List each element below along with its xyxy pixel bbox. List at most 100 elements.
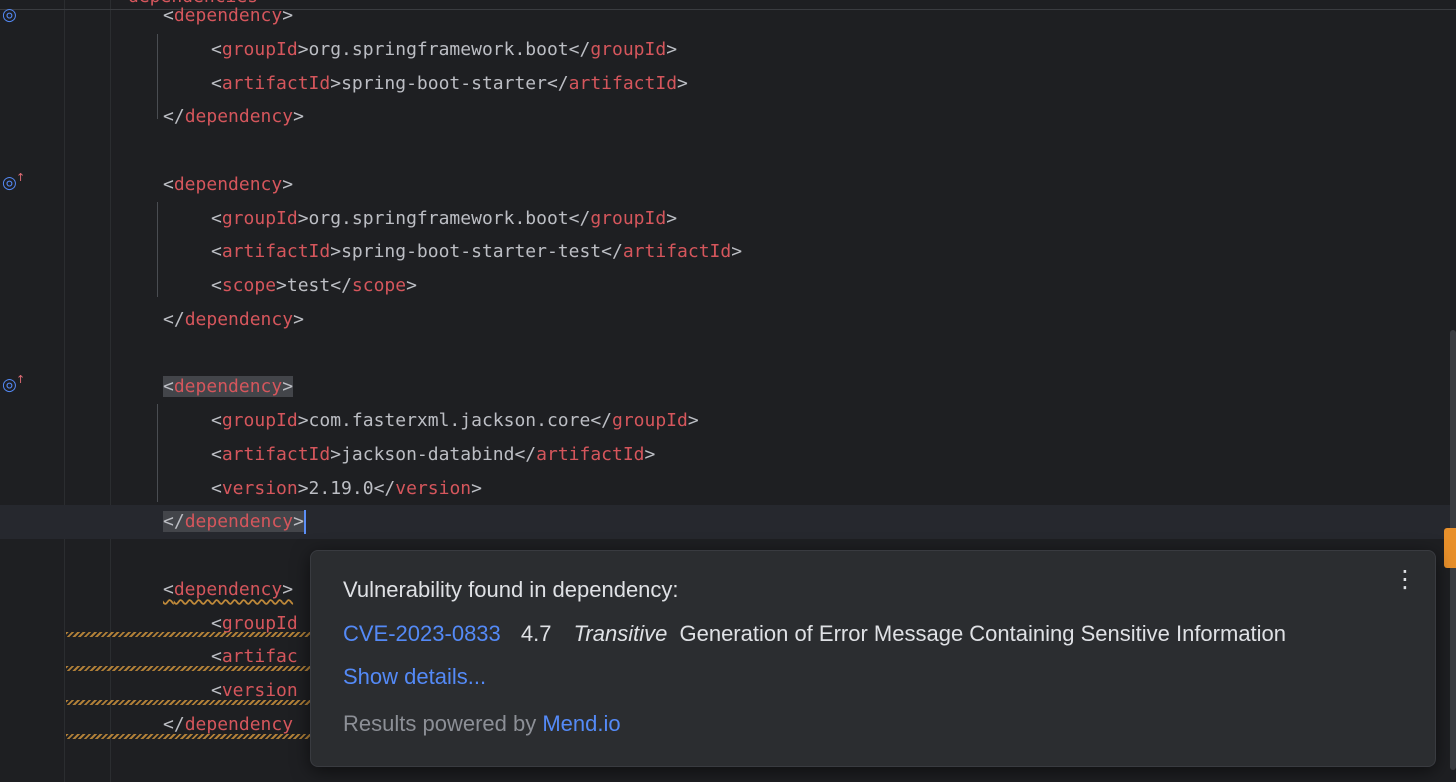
vertical-scrollbar[interactable] — [1448, 0, 1456, 782]
vulnerability-popup: Vulnerability found in dependency: ⋮ CVE… — [310, 550, 1436, 767]
xml-tag-name: dependency — [173, 578, 283, 600]
bracket: > — [293, 106, 304, 128]
code-line[interactable]: <artifactId>spring-boot-starter-test</ar… — [0, 235, 1450, 269]
code-line[interactable]: <dependency> — [0, 0, 1450, 33]
dependency-gutter-icon[interactable]: ◎ — [2, 4, 28, 26]
more-vertical-icon[interactable]: ⋮ — [1393, 565, 1417, 593]
bracket: < — [163, 376, 174, 398]
bracket: < — [211, 72, 222, 94]
xml-tag-name: artifactId — [568, 72, 678, 94]
xml-text-value: com.fasterxml.jackson.core — [308, 410, 591, 431]
code-line[interactable]: <artifactId>jackson-databind</artifactId… — [0, 438, 1450, 472]
xml-tag-name-partial: artifac — [221, 646, 298, 668]
dependency-update-gutter-icon[interactable]: ◎ ↑ — [2, 373, 28, 396]
bracket: > — [282, 578, 294, 600]
xml-tag-name: version — [221, 477, 298, 499]
code-line[interactable]: <groupId>org.springframework.boot</group… — [0, 33, 1450, 67]
bracket: > — [666, 38, 678, 60]
bracket: < — [211, 443, 222, 465]
bracket: </ — [163, 308, 185, 330]
bracket: > — [330, 443, 342, 465]
warning-underline — [66, 632, 312, 637]
xml-tag-name: groupId — [221, 207, 298, 229]
bracket: > — [297, 207, 309, 229]
xml-tag-name: dependency — [173, 376, 283, 398]
xml-tag-name: dependency — [184, 308, 294, 330]
bracket: > — [282, 376, 294, 398]
powered-prefix: Results powered by — [343, 711, 543, 736]
xml-tag-name: scope — [221, 275, 277, 296]
cve-link[interactable]: CVE-2023-0833 — [343, 621, 501, 646]
xml-tag-name: groupId — [612, 410, 688, 431]
xml-tag-name: version — [395, 477, 472, 499]
bracket: < — [211, 410, 222, 431]
bracket: </ — [514, 443, 537, 465]
xml-text-value: 2.19.0 — [308, 477, 374, 499]
popup-title: Vulnerability found in dependency: — [343, 577, 679, 602]
code-line[interactable]: <version>2.19.0</version> — [0, 472, 1450, 506]
code-line[interactable]: <scope>test</scope> — [0, 269, 1450, 303]
bracket: < — [211, 241, 222, 263]
bracket: > — [293, 308, 304, 330]
xml-text-value: spring-boot-starter-test — [341, 241, 602, 263]
bracket: </ — [330, 275, 352, 296]
bracket: > — [297, 410, 309, 431]
xml-tag-name: dependency — [184, 511, 294, 533]
bracket: > — [282, 5, 294, 26]
powered-by-text: Results powered by Mend.io — [343, 711, 621, 737]
warning-marker[interactable] — [1444, 528, 1456, 568]
warning-underline — [66, 734, 312, 739]
xml-text-value: org.springframework.boot — [308, 38, 569, 60]
bracket: > — [406, 275, 417, 296]
xml-tag-name: artifactId — [536, 443, 645, 465]
bracket: > — [677, 72, 688, 94]
code-line[interactable]: <dependency> — [0, 168, 1450, 202]
warning-underline — [66, 700, 312, 705]
cve-description: Generation of Error Message Containing S… — [679, 621, 1287, 646]
bracket: </ — [568, 207, 591, 229]
bracket: </ — [373, 477, 396, 499]
xml-tag-name: artifactId — [221, 443, 331, 465]
xml-text-value: jackson-databind — [341, 443, 515, 465]
show-details-link[interactable]: Show details... — [343, 664, 486, 690]
xml-tag-name: dependency — [184, 106, 294, 128]
xml-tag-name-partial: version — [221, 680, 298, 701]
bracket: > — [666, 207, 678, 229]
xml-tag-name: scope — [351, 275, 407, 296]
cve-type: Transitive — [573, 621, 668, 646]
xml-tag-name: dependency — [173, 173, 283, 195]
code-line[interactable]: <dependency> — [0, 370, 1450, 404]
xml-tag-name: groupId — [590, 207, 667, 229]
bracket: < — [163, 173, 174, 195]
bracket: </ — [163, 511, 185, 533]
dependency-update-gutter-icon[interactable]: ◎ ↑ — [2, 171, 28, 194]
xml-text-value: org.springframework.boot — [308, 207, 569, 229]
code-line[interactable]: </dependency> — [0, 303, 1450, 337]
xml-text-value: spring-boot-starter — [341, 72, 547, 94]
mend-io-link[interactable]: Mend.io — [542, 711, 620, 736]
xml-tag-name-partial: dependency — [184, 713, 294, 735]
bracket: < — [211, 38, 222, 60]
code-line[interactable]: <groupId>org.springframework.boot</group… — [0, 202, 1450, 236]
code-line[interactable]: <artifactId>spring-boot-starter</artifac… — [0, 67, 1450, 101]
bracket: < — [211, 275, 222, 296]
bracket: > — [471, 477, 482, 499]
bracket: > — [282, 173, 294, 195]
xml-tag-name: groupId — [221, 410, 298, 431]
bracket: </ — [546, 72, 569, 94]
bracket: < — [211, 680, 222, 701]
xml-text-value: test — [286, 275, 331, 296]
bracket: > — [330, 72, 342, 94]
xml-tag-name: artifactId — [221, 72, 331, 94]
code-line[interactable]: <groupId>com.fasterxml.jackson.core</gro… — [0, 404, 1450, 438]
code-line[interactable]: </dependency> — [0, 100, 1450, 134]
code-line[interactable]: </dependency> — [0, 505, 1450, 540]
xml-tag-name: artifactId — [622, 241, 732, 263]
bracket: < — [163, 578, 174, 600]
bracket: </ — [163, 713, 185, 735]
bracket: > — [293, 511, 304, 533]
bracket: </ — [163, 106, 185, 128]
xml-tag-name: groupId — [221, 38, 298, 60]
bracket: < — [211, 646, 222, 668]
xml-tag-name: dependency — [173, 5, 283, 26]
